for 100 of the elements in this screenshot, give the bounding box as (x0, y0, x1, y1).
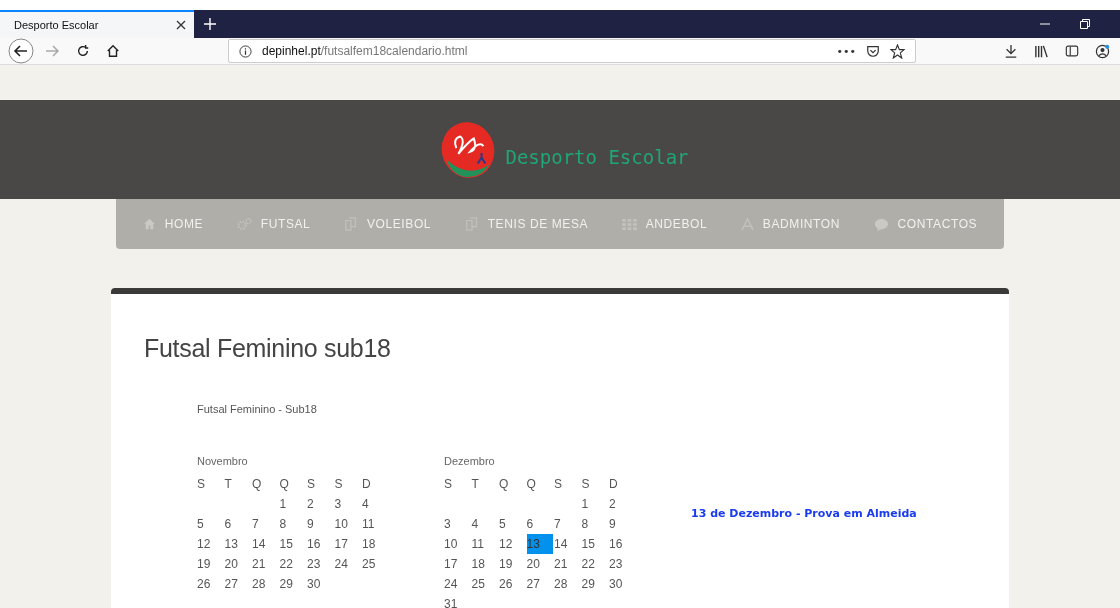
weekday-label: Q (526, 476, 537, 493)
calendar-day: 5 (499, 514, 527, 534)
calendar-day: 21 (252, 554, 280, 574)
calendar-day: 24 (444, 574, 472, 594)
weekday-label: T (471, 476, 480, 493)
calendar-day: 12 (197, 534, 225, 554)
weekday-label: S (554, 476, 563, 493)
comment-icon (873, 217, 889, 231)
calendar-day: 25 (362, 554, 390, 574)
calendar-day: 1 (581, 494, 609, 514)
browser-tab[interactable]: Desporto Escolar (0, 10, 194, 38)
calendar-day: 11 (362, 514, 390, 534)
back-icon[interactable] (8, 38, 34, 64)
calendar-day: 29 (581, 574, 609, 594)
calendar-day: 14 (554, 534, 582, 554)
calendar-day: 2 (307, 494, 335, 514)
weekday-label: S (307, 476, 316, 493)
calendar-day: 24 (334, 554, 362, 574)
calendar-day: 26 (499, 574, 527, 594)
nav-link[interactable]: HOME (136, 213, 210, 235)
calendar-day: 18 (362, 534, 390, 554)
nav-link[interactable]: CONTACTOS (867, 213, 984, 235)
calendar-day: 29 (279, 574, 307, 594)
calendar-day: 23 (609, 554, 637, 574)
calendar-day: 7 (554, 514, 582, 534)
calendar-day: 19 (499, 554, 527, 574)
calendar-day: 12 (499, 534, 527, 554)
calendar-day: 25 (471, 574, 499, 594)
calendar-day: 16 (609, 534, 637, 554)
new-tab-icon[interactable] (204, 18, 216, 30)
weekday-label: S (334, 476, 344, 493)
calendar-day: 3 (444, 514, 472, 534)
calendar-day: 14 (252, 534, 280, 554)
library-icon[interactable] (1034, 43, 1049, 59)
calendar-day: 28 (252, 574, 280, 594)
weekday-label: Q (279, 476, 290, 493)
pocket-icon[interactable] (866, 44, 880, 58)
sidebar-icon[interactable] (1065, 44, 1079, 58)
calendar-day: 6 (526, 514, 554, 534)
calendar-day: 18 (471, 554, 499, 574)
calendar-day: 19 (197, 554, 225, 574)
calendar-day: 13 (224, 534, 252, 554)
calendar-day: 9 (609, 514, 637, 534)
weekday-label: S (197, 476, 206, 493)
nav-link[interactable]: VOLEIBOL (337, 213, 438, 235)
calendar-day: 15 (581, 534, 609, 554)
calendar-day: 31 (444, 594, 472, 608)
calendar-day: 23 (307, 554, 335, 574)
info-icon[interactable] (239, 44, 252, 58)
calendar-day: 20 (224, 554, 252, 574)
calendar-day: 9 (307, 514, 335, 534)
calendar-day: 4 (471, 514, 499, 534)
site-logo-text: Desporto Escolar (505, 145, 689, 168)
calendar-day: 1 (279, 494, 307, 514)
calendar-day: 16 (307, 534, 335, 554)
calendar-day: 22 (279, 554, 307, 574)
account-icon[interactable] (1095, 43, 1110, 59)
reload-icon[interactable] (76, 44, 90, 58)
calendar-day: 28 (554, 574, 582, 594)
star-icon[interactable] (890, 43, 905, 59)
weekday-label: S (581, 476, 591, 493)
calendar-day: 11 (471, 534, 499, 554)
calendar-day: 10 (334, 514, 362, 534)
calendar-day: 3 (334, 494, 362, 514)
month-name: Novembro (197, 455, 249, 469)
calendar-day: 6 (224, 514, 252, 534)
calendar-day: 22 (581, 554, 609, 574)
event-link[interactable]: 13 de Dezembro - Prova em Almeida (691, 507, 917, 520)
weekday-label: T (224, 476, 233, 493)
nav-link[interactable]: ANDEBOL (615, 213, 714, 235)
calendar-day: 5 (197, 514, 225, 534)
calendar-day: 17 (444, 554, 472, 574)
weekday-label: Q (252, 476, 263, 493)
page-actions-button[interactable]: ••• (836, 44, 856, 58)
calendar-day: 15 (279, 534, 307, 554)
home-icon[interactable] (106, 44, 120, 58)
calendar-day: 20 (526, 554, 554, 574)
calendar-day: 10 (444, 534, 472, 554)
calendar-day: 26 (197, 574, 225, 594)
restore-icon[interactable] (1080, 19, 1090, 29)
nav-link[interactable]: TENIS DE MESA (458, 213, 595, 235)
nav-link[interactable]: BADMINTON (734, 213, 846, 235)
calendar-day: 4 (362, 494, 390, 514)
nav-link[interactable]: FUTSAL (230, 213, 317, 235)
calendar-day: 7 (252, 514, 280, 534)
close-icon[interactable] (176, 20, 186, 30)
weekday-label: S (444, 476, 453, 493)
calendar-day: 2 (609, 494, 637, 514)
page-subtitle: Futsal Feminino - Sub18 (197, 403, 318, 415)
page-title: Futsal Feminino sub18 (144, 334, 392, 363)
calendar-day: 27 (526, 574, 554, 594)
address-bar[interactable]: depinhel.pt/futsalfem18calendario.html ••• (228, 39, 916, 63)
weekday-label: D (609, 476, 619, 493)
download-icon[interactable] (1004, 44, 1018, 58)
weekday-label: Q (499, 476, 510, 493)
calendar-day: 13 (526, 534, 553, 554)
calendar-day: 17 (334, 534, 362, 554)
calendar-day: 8 (279, 514, 307, 534)
calendar-day: 21 (554, 554, 582, 574)
calendar-day: 8 (581, 514, 609, 534)
